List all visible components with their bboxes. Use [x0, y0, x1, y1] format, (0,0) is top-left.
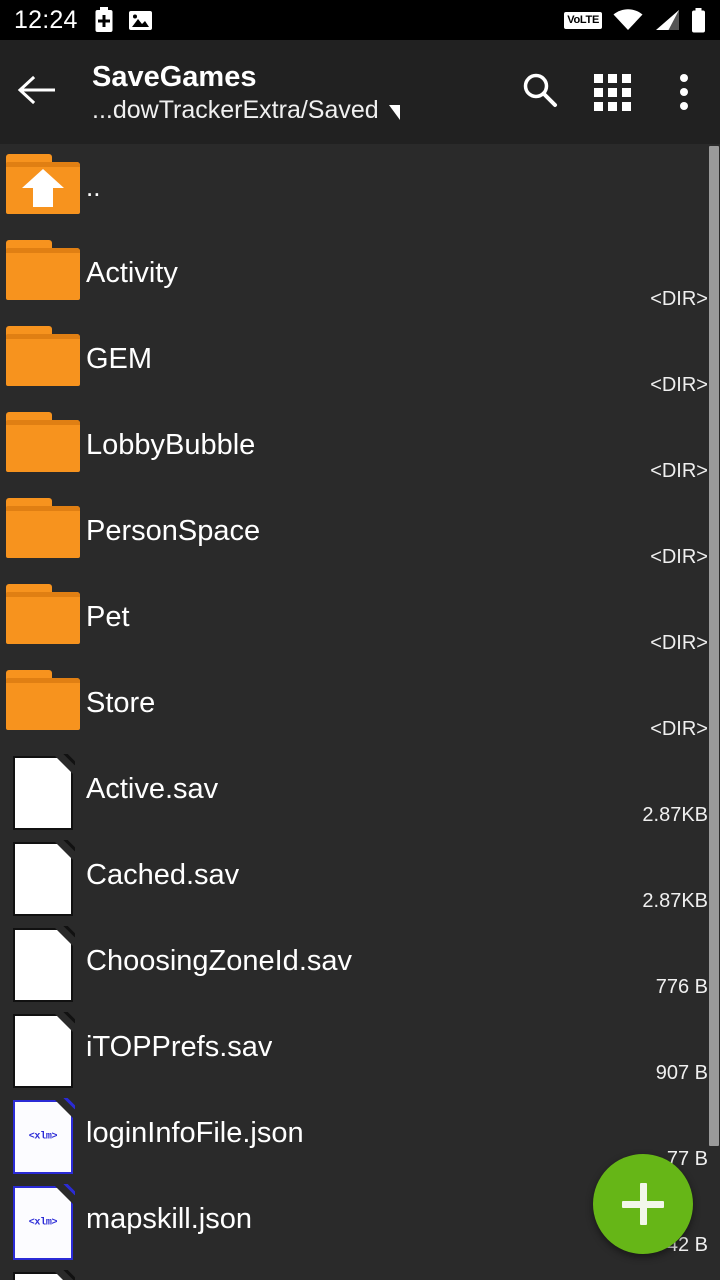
status-bar: 12:24 VoLTE [0, 0, 720, 40]
file-name: Store [86, 687, 156, 718]
file-list[interactable]: .. Activity <DIR> GEM <DIR> LobbyBubble … [0, 144, 720, 1280]
file-icon [13, 926, 75, 1002]
page-title: SaveGames [92, 60, 257, 93]
file-name: PersonSpace [86, 515, 261, 546]
file-icon [13, 840, 75, 916]
list-item[interactable]: iTOPPrefs.sav 907 B [0, 1004, 720, 1090]
list-item[interactable]: Cached.sav 2.87KB [0, 832, 720, 918]
status-bar-system-icons: VoLTE [564, 7, 706, 33]
xml-badge-label: <xlm> [28, 1217, 58, 1229]
icon-cell [0, 230, 86, 300]
folder-icon [6, 412, 80, 472]
list-item[interactable]: LobbyBubble <DIR> [0, 402, 720, 488]
list-item[interactable]: .. [0, 144, 720, 230]
vertical-scrollbar[interactable] [708, 144, 720, 1280]
file-name: Active.sav [86, 773, 219, 804]
file-size: 776 B [655, 976, 708, 998]
icon-cell [0, 832, 86, 916]
folder-icon [6, 240, 80, 300]
icon-cell [0, 316, 86, 386]
file-icon [13, 754, 75, 830]
back-button[interactable] [0, 40, 74, 144]
file-size: 907 B [655, 1062, 708, 1084]
battery-icon [691, 7, 706, 33]
icon-cell [0, 1004, 86, 1088]
icon-cell [0, 746, 86, 830]
icon-cell [0, 488, 86, 558]
folder-icon [6, 584, 80, 644]
file-size: <DIR> [650, 288, 708, 310]
grid-view-icon [593, 73, 631, 111]
file-size: <DIR> [650, 546, 708, 568]
folder-icon [6, 670, 80, 730]
list-item[interactable]: ChoosingZoneId.sav 776 B [0, 918, 720, 1004]
icon-cell [0, 660, 86, 730]
icon-cell: <xlm> [0, 1176, 86, 1260]
list-item[interactable]: Pet <DIR> [0, 574, 720, 660]
triangle-down-icon[interactable] [388, 105, 400, 120]
app-bar: SaveGames ...dowTrackerExtra/Saved [0, 40, 720, 144]
breadcrumb-path: ...dowTrackerExtra/Saved [92, 95, 379, 124]
file-name: Activity [86, 257, 178, 288]
file-icon [13, 1270, 75, 1280]
scrollbar-thumb[interactable] [709, 146, 719, 1146]
file-name: ChoosingZoneId.sav [86, 945, 352, 976]
icon-cell [0, 1262, 86, 1280]
list-item[interactable]: PersonSpace <DIR> [0, 488, 720, 574]
icon-cell [0, 574, 86, 644]
icon-cell: <xlm> [0, 1090, 86, 1174]
file-size: <DIR> [650, 718, 708, 740]
grid-view-button[interactable] [576, 40, 648, 144]
parent-folder-icon [6, 154, 80, 214]
file-size: <DIR> [650, 632, 708, 654]
title-block[interactable]: SaveGames ...dowTrackerExtra/Saved [74, 60, 504, 125]
file-name: mapskill.json [86, 1203, 252, 1234]
list-item[interactable] [0, 1262, 720, 1280]
file-name: LobbyBubble [86, 429, 256, 460]
arrow-left-icon [17, 74, 57, 111]
file-size: <DIR> [650, 374, 708, 396]
search-button[interactable] [504, 40, 576, 144]
path-breadcrumb[interactable]: ...dowTrackerExtra/Saved [92, 95, 504, 125]
list-item[interactable]: Activity <DIR> [0, 230, 720, 316]
folder-icon [6, 498, 80, 558]
photo-icon [128, 8, 153, 33]
list-item[interactable]: Store <DIR> [0, 660, 720, 746]
more-vertical-icon [680, 74, 688, 110]
file-size: 2.87KB [642, 890, 708, 912]
folder-icon [6, 326, 80, 386]
file-name: Cached.sav [86, 859, 240, 890]
file-name: loginInfoFile.json [86, 1117, 304, 1148]
wifi-icon [613, 9, 643, 31]
list-item[interactable]: Active.sav 2.87KB [0, 746, 720, 832]
battery-plus-icon [94, 7, 114, 33]
status-bar-clock: 12:24 [14, 5, 78, 34]
file-size: <DIR> [650, 460, 708, 482]
list-item[interactable]: GEM <DIR> [0, 316, 720, 402]
file-name: iTOPPrefs.sav [86, 1031, 273, 1062]
file-name: .. [86, 172, 101, 202]
add-button[interactable] [593, 1154, 693, 1254]
search-icon [521, 71, 559, 114]
file-size: 2.87KB [642, 804, 708, 826]
xml-badge-label: <xlm> [28, 1131, 58, 1143]
icon-cell [0, 144, 86, 214]
file-manager-screen: 12:24 VoLTE SaveGames ...dowTrackerExtra… [0, 0, 720, 1280]
icon-cell [0, 918, 86, 1002]
file-name: GEM [86, 343, 153, 374]
status-bar-notification-icons [94, 7, 153, 33]
xml-file-icon: <xlm> [13, 1098, 75, 1174]
xml-file-icon: <xlm> [13, 1184, 75, 1260]
icon-cell [0, 402, 86, 472]
overflow-menu-button[interactable] [648, 40, 720, 144]
file-name: Pet [86, 601, 130, 632]
cell-signal-icon [654, 9, 680, 31]
file-icon [13, 1012, 75, 1088]
volte-icon: VoLTE [564, 11, 602, 29]
